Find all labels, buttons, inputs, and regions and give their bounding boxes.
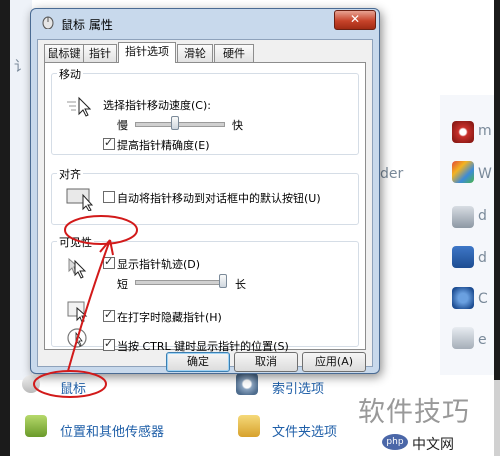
- annotation-circle-mouse: [33, 370, 107, 398]
- annotation-circle-trails: [64, 215, 138, 245]
- annotation-overlay: [33, 215, 138, 398]
- annotation-arrow-line: [67, 239, 111, 372]
- tab-pointer-options-label: 指针选项: [125, 45, 169, 58]
- tab-pointer-options[interactable]: 指针选项: [118, 42, 176, 63]
